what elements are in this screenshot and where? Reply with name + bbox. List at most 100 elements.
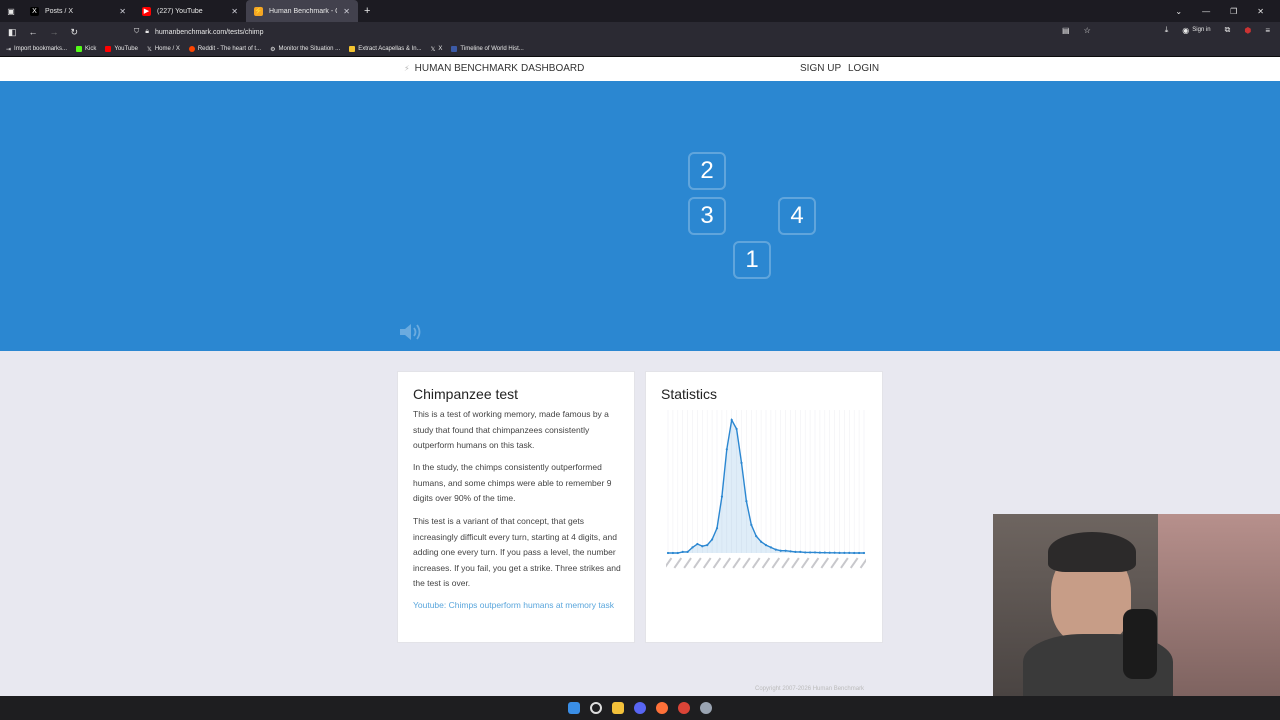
about-paragraph: This is a test of working memory, made f… <box>413 409 609 450</box>
data-point <box>784 549 787 552</box>
data-point <box>813 551 817 554</box>
downloads-icon[interactable]: ⤓ <box>1165 25 1169 35</box>
reload-icon[interactable]: ↻ <box>71 27 79 38</box>
tab-youtube[interactable]: ▶ (227) YouTube ✕ <box>134 0 246 22</box>
data-point <box>681 550 684 553</box>
x-tick-label <box>849 557 859 569</box>
data-point <box>715 527 719 530</box>
search-icon[interactable] <box>590 702 602 714</box>
browser-tab-bar: ▣ X Posts / X ✕ ▶ (227) YouTube ✕ ⚡ Huma… <box>0 0 1280 22</box>
close-window-icon[interactable]: ✕ <box>1257 7 1264 16</box>
human-benchmark-favicon-icon: ⚡ <box>254 6 263 16</box>
webcam-overlay <box>993 514 1280 696</box>
number-cell[interactable]: 2 <box>688 152 726 190</box>
kick-icon <box>76 46 83 52</box>
data-point <box>858 551 861 555</box>
bookmark-monitor[interactable]: ⚙ Monitor the Situation ... <box>270 46 340 53</box>
chrome-icon[interactable] <box>678 702 690 714</box>
number-cell[interactable]: 3 <box>688 197 726 235</box>
data-point <box>755 534 758 538</box>
data-point <box>730 418 733 422</box>
tab-posts-x[interactable]: X Posts / X ✕ <box>22 0 134 22</box>
tab-overview-icon[interactable]: ▣ <box>0 7 22 16</box>
x-tick-label <box>810 557 820 569</box>
x-tick-label <box>800 557 810 569</box>
data-point <box>809 551 812 554</box>
reader-view-icon[interactable]: ▤ <box>1062 26 1070 35</box>
x-icon: 𝕏 <box>430 46 436 53</box>
sidebar-icon[interactable]: ◧ <box>8 27 17 38</box>
chimp-test-area: 2 3 4 1 <box>0 81 1280 351</box>
x-tick-label <box>666 557 673 569</box>
settings-icon[interactable] <box>700 702 712 714</box>
youtube-link[interactable]: Youtube: Chimps outperform humans at mem… <box>413 598 625 614</box>
close-icon[interactable]: ✕ <box>231 7 238 16</box>
number-cell[interactable]: 4 <box>778 197 816 235</box>
close-icon[interactable]: ✕ <box>343 7 350 16</box>
x-tick-label <box>781 557 790 569</box>
data-point <box>794 550 797 553</box>
back-icon[interactable]: ← <box>29 27 38 37</box>
data-point <box>706 544 709 547</box>
file-explorer-icon[interactable] <box>612 702 624 714</box>
extensions-icon[interactable]: ⧉ <box>1225 25 1231 35</box>
bookmark-x[interactable]: 𝕏X <box>431 46 443 53</box>
brand-link[interactable]: ⚡︎ HUMAN BENCHMARK <box>404 63 518 74</box>
x-tick-label <box>742 557 751 569</box>
bookmark-label: YouTube <box>114 46 138 52</box>
firefox-icon[interactable] <box>656 702 668 714</box>
signup-link[interactable]: SIGN UP <box>800 63 841 74</box>
data-point <box>804 551 807 554</box>
bookmark-label: Extract Acapellas & In... <box>358 46 422 52</box>
bookmark-import[interactable]: ⇥ Import bookmarks... <box>6 46 67 53</box>
x-tick-label <box>791 557 800 569</box>
import-icon: ⇥ <box>6 46 12 53</box>
new-tab-icon[interactable]: + <box>364 5 370 17</box>
about-paragraph: In the study, the chimps consistently ou… <box>413 462 612 503</box>
bookmark-extract[interactable]: Extract Acapellas & In... <box>349 46 422 52</box>
forward-icon[interactable]: → <box>50 27 59 37</box>
bookmark-kick[interactable]: Kick <box>76 46 96 52</box>
restore-icon[interactable]: ❐ <box>1230 7 1237 16</box>
bookmark-youtube[interactable]: YouTube <box>105 46 138 52</box>
statistics-title: Statistics <box>661 386 718 402</box>
account-button[interactable]: ◉ Sign in <box>1182 26 1210 35</box>
url-bar[interactable]: ⛉ 🔒︎ humanbenchmark.com/tests/chimp <box>134 24 774 40</box>
data-point <box>843 551 846 554</box>
close-icon[interactable]: ✕ <box>119 7 126 16</box>
shield-icon[interactable]: ⛉ <box>134 28 139 36</box>
number-cell[interactable]: 1 <box>733 241 771 279</box>
x-tick-label <box>820 557 830 569</box>
youtube-icon <box>105 46 112 52</box>
ublock-icon[interactable]: ⬢ <box>1244 26 1251 35</box>
tab-human-benchmark[interactable]: ⚡ Human Benchmark - Chimp Te ✕ <box>246 0 358 22</box>
bookmark-timeline[interactable]: Timeline of World Hist... <box>451 46 524 52</box>
statistics-card: Statistics <box>645 371 883 643</box>
volume-icon[interactable] <box>398 322 422 342</box>
data-point <box>838 551 841 554</box>
login-link[interactable]: LOGIN <box>848 63 879 74</box>
url-text: humanbenchmark.com/tests/chimp <box>154 28 264 36</box>
bookmark-star-icon[interactable]: ☆ <box>1084 26 1091 35</box>
bookmark-label: Timeline of World Hist... <box>460 46 524 52</box>
data-point <box>823 551 826 554</box>
about-card: Chimpanzee test This is a test of workin… <box>397 371 635 643</box>
brand-label: HUMAN BENCHMARK <box>414 63 518 74</box>
data-point <box>671 551 674 555</box>
discord-icon[interactable] <box>634 702 646 714</box>
windows-start-icon[interactable] <box>568 702 580 714</box>
bookmark-reddit[interactable]: Reddit - The heart of t... <box>188 46 261 52</box>
tab-title: Posts / X <box>45 7 74 15</box>
bookmark-home-x[interactable]: 𝕏 Home / X <box>147 46 180 53</box>
x-tick-label <box>732 557 741 569</box>
nav-right-tools: ▤ ☆ ⤓ ◉ Sign in ⧉ ⬢ ≡ <box>1062 25 1270 35</box>
extract-icon <box>349 46 356 52</box>
webcam-background <box>1158 514 1280 696</box>
data-point <box>760 540 763 543</box>
data-point <box>666 551 670 555</box>
minimize-icon[interactable]: — <box>1202 7 1210 16</box>
list-tabs-icon[interactable]: ⌄ <box>1175 7 1182 16</box>
menu-icon[interactable]: ≡ <box>1265 26 1270 35</box>
browser-nav-bar: ◧ ← → ↻ ⛉ 🔒︎ humanbenchmark.com/tests/ch… <box>0 22 1280 42</box>
dashboard-link[interactable]: DASHBOARD <box>521 63 584 74</box>
